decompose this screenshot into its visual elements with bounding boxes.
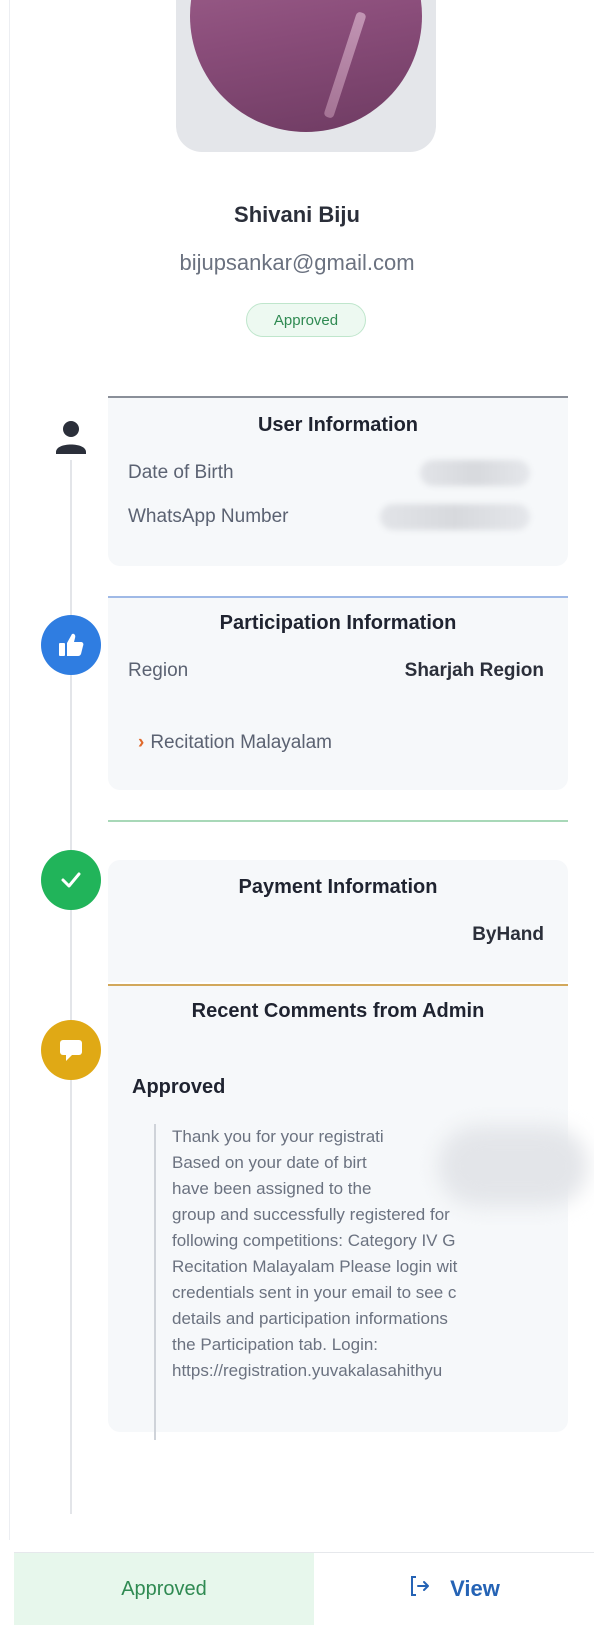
participation-information-card: Participation Information Region Sharjah… — [108, 598, 568, 790]
dob-label: Date of Birth — [128, 462, 234, 483]
approved-button[interactable]: Approved — [14, 1553, 314, 1625]
left-divider — [9, 0, 10, 1540]
view-icon — [408, 1574, 432, 1604]
profile-email: bijupsankar@gmail.com — [179, 250, 415, 275]
region-value: Sharjah Region — [404, 660, 544, 681]
profile-name: Shivani Biju — [234, 202, 360, 227]
thumbs-up-icon — [41, 615, 101, 675]
participation-information-title: Participation Information — [219, 612, 457, 634]
approved-button-label: Approved — [121, 1577, 207, 1600]
avatar — [190, 0, 422, 132]
region-label: Region — [128, 660, 189, 681]
redacted-blur — [438, 1126, 588, 1206]
user-icon — [41, 410, 101, 470]
whatsapp-label: WhatsApp Number — [128, 506, 289, 527]
payment-method: ByHand — [472, 924, 544, 945]
competition-label: Recitation Malayalam — [150, 732, 332, 753]
competition-item[interactable]: › Recitation Malayalam — [138, 732, 332, 754]
view-button[interactable]: View — [314, 1553, 594, 1625]
payment-card-border — [108, 820, 568, 822]
bottom-action-bar: Approved View — [14, 1552, 594, 1625]
comments-title: Recent Comments from Admin — [191, 1000, 485, 1022]
check-icon — [41, 850, 101, 910]
profile-photo-frame — [176, 0, 436, 152]
payment-information-title: Payment Information — [238, 876, 438, 898]
comment-status: Approved — [132, 1076, 226, 1098]
user-information-card: User Information Date of Birth WhatsApp … — [108, 398, 568, 566]
comments-card: Recent Comments from Admin Approved Than… — [108, 986, 588, 1440]
comment-icon — [41, 1020, 101, 1080]
chevron-right-icon: › — [138, 732, 145, 753]
status-badge: Approved — [246, 303, 366, 337]
dob-value — [420, 460, 530, 486]
whatsapp-value — [380, 504, 530, 530]
payment-information-card: Payment Information ByHand — [108, 860, 568, 982]
user-information-title: User Information — [257, 414, 419, 436]
view-button-label: View — [450, 1576, 500, 1601]
